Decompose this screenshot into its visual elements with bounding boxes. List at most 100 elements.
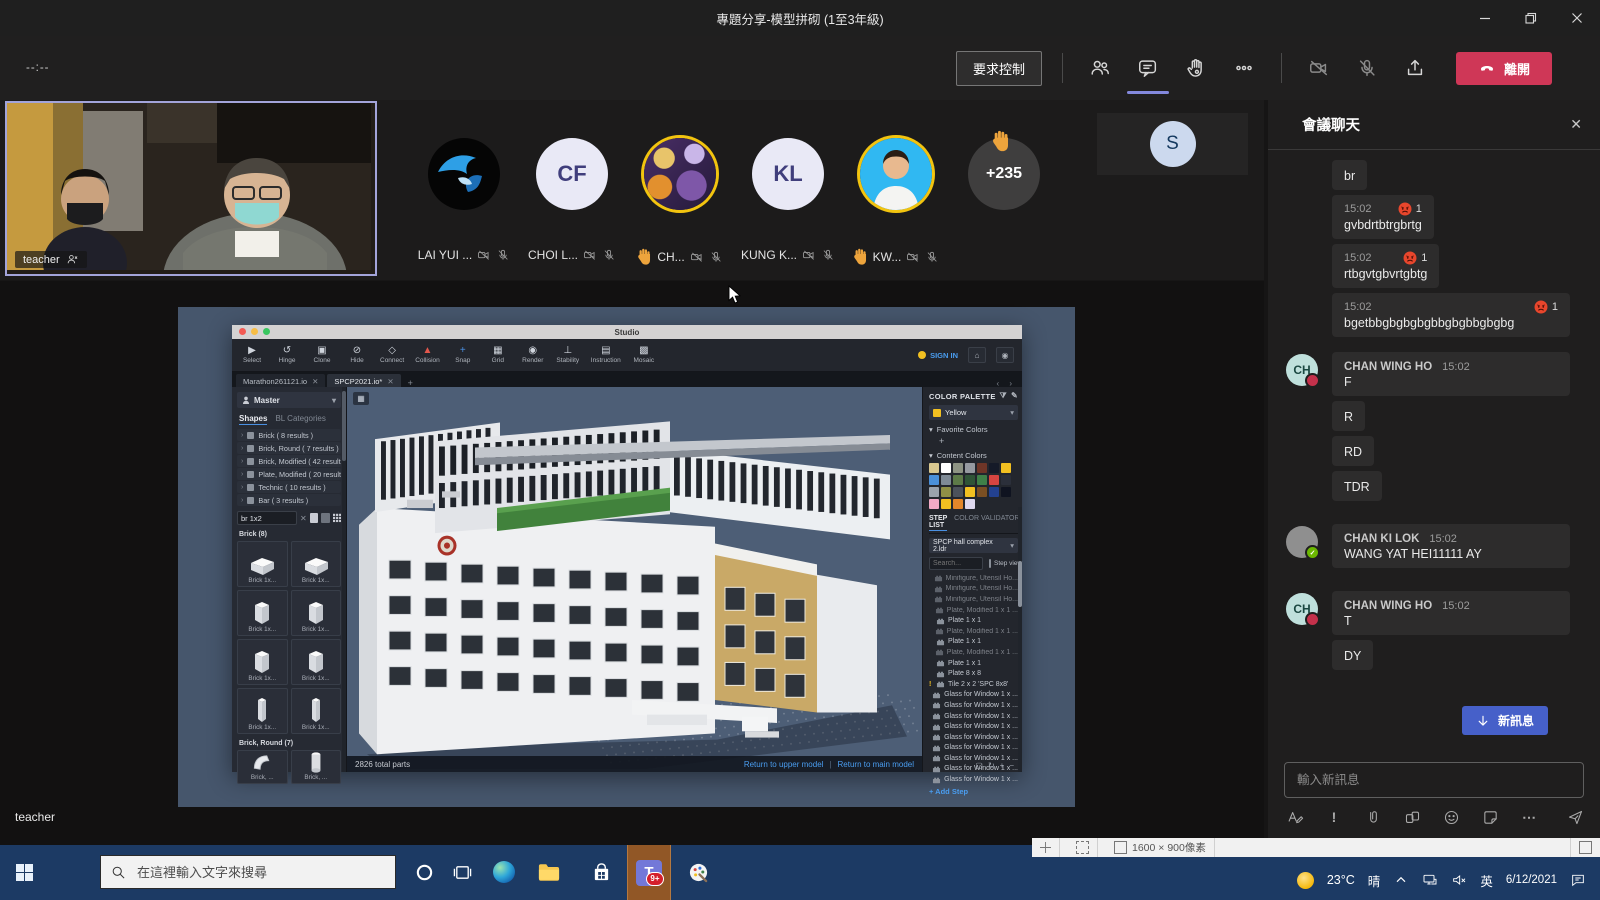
tab-step-list[interactable]: STEP LIST [929,515,947,531]
step-item[interactable]: Glass for Window 1 x ... [929,721,1018,732]
participant-avatar[interactable] [644,138,716,210]
view-brick-icon[interactable] [321,513,329,523]
color-swatch[interactable] [977,463,987,473]
current-color-dropdown[interactable]: Yellow▾ [929,405,1018,420]
teams-taskbar-icon[interactable]: T 9+ [627,845,671,900]
teacher-video-tile[interactable]: teacher [5,101,377,276]
step-item[interactable]: Plate 8 x 8 [929,668,1018,679]
new-messages-button[interactable]: 新訊息 [1462,706,1548,735]
account-icon[interactable]: ◉ [996,347,1014,363]
tool-cursor[interactable]: ▶Select [240,346,264,364]
step-item[interactable]: Plate 1 x 1 [929,658,1018,669]
taskbar-search[interactable] [100,855,396,889]
emoji-icon[interactable] [1442,808,1460,826]
mac-minimize-icon[interactable] [251,328,258,335]
priority-icon[interactable]: ! [1325,808,1343,826]
step-item[interactable]: Plate, Modified 1 x 1 ... [929,647,1018,658]
attach-icon[interactable] [1364,808,1382,826]
color-swatch[interactable] [989,487,999,497]
close-tab-icon[interactable]: ✕ [387,377,393,386]
add-favorite-color-button[interactable]: + [939,436,1018,446]
category-item[interactable]: ›Brick, Round ( 7 results ) [237,442,341,454]
viewport-grid-toggle[interactable]: ▦ [353,392,369,405]
color-swatch[interactable] [1001,475,1011,485]
tool-connect[interactable]: ◇Connect [380,346,404,364]
part-tile[interactable]: Brick 1x... [291,688,342,734]
store-icon[interactable] [583,854,619,890]
step-item[interactable]: Plate, Modified 1 x 1 ... [929,626,1018,637]
ime-indicator[interactable]: 英 [1480,871,1493,890]
color-swatch[interactable] [941,463,951,473]
start-button[interactable] [6,854,42,890]
color-swatch[interactable] [989,475,999,485]
step-item[interactable]: Plate, Modified 1 x 1 ... [929,605,1018,616]
return-main-model-link[interactable]: Return to main model [838,760,914,769]
color-swatch[interactable] [989,463,999,473]
step-item[interactable]: Glass for Window 1 x ... [929,732,1018,743]
step-item[interactable]: Plate 1 x 1 [929,615,1018,626]
close-tab-icon[interactable]: ✕ [312,377,318,386]
tab-shapes[interactable]: Shapes [239,414,267,425]
edit-palette-icon[interactable]: ✎ [1011,391,1018,401]
participant-avatar[interactable]: CF [536,138,608,210]
chat-icon[interactable] [1131,48,1165,88]
category-item[interactable]: ›Bar ( 3 results ) [237,494,341,506]
zoom-out-icon[interactable]: − [1009,761,1014,770]
step-item[interactable]: Glass for Window 1 x ... [929,700,1018,711]
mac-zoom-icon[interactable] [263,328,270,335]
weather-sun-icon[interactable] [1297,872,1314,889]
weather-desc[interactable]: 晴 [1368,871,1381,890]
color-swatch[interactable] [965,487,975,497]
reaction-badge[interactable]: 1 [1403,251,1427,265]
part-tile[interactable]: Brick 1x... [237,688,288,734]
tool-render-camera[interactable]: ◉Render [521,346,545,364]
camera-off-icon[interactable] [1302,48,1336,88]
color-swatch[interactable] [1001,487,1011,497]
reaction-badge[interactable]: 1 [1398,202,1422,216]
view-solid-icon[interactable] [310,513,318,523]
color-swatch[interactable] [929,487,939,497]
step-search-input[interactable] [929,557,983,570]
part-tile[interactable]: Brick 1x... [291,541,342,587]
chat-avatar[interactable]: CH [1286,593,1318,625]
fit-view-icon[interactable]: ▢ [975,761,983,770]
model-scope-dropdown[interactable]: Master▾ [237,392,341,408]
zoom-in-icon[interactable]: + [1000,761,1005,770]
step-item[interactable]: Minifigure, Utensil Ho... [929,584,1018,595]
leave-button[interactable]: 離開 [1456,52,1552,85]
task-view-icon[interactable] [444,854,480,890]
request-control-button[interactable]: 要求控制 [956,51,1042,86]
action-center-icon[interactable] [1570,872,1586,888]
network-icon[interactable] [1422,872,1438,888]
part-tile[interactable]: Brick 1x... [237,639,288,685]
tool-stability[interactable]: ⊥Stability [556,346,580,364]
overflow-count[interactable]: +235 [968,138,1040,210]
participant-avatar[interactable] [860,138,932,210]
step-item[interactable]: Minifigure, Utensil Ho... [929,573,1018,584]
color-swatch[interactable] [953,487,963,497]
share-icon[interactable] [1398,48,1432,88]
filter-icon[interactable]: ⧩ [1000,391,1007,401]
color-swatch[interactable] [965,475,975,485]
step-item[interactable]: Minifigure, Utensil Ho... [929,594,1018,605]
presenter-tile[interactable]: S [1097,113,1248,175]
studio-tab-1[interactable]: Marathon261121.io✕ [236,374,325,388]
category-item[interactable]: ›Brick ( 8 results ) [237,429,341,441]
part-tile[interactable]: Brick 1x... [237,590,288,636]
color-swatch[interactable] [929,475,939,485]
content-colors-section[interactable]: ▾Content Colors [929,451,1018,460]
category-item[interactable]: ›Brick, Modified ( 42 results ) [237,455,341,467]
sign-in-button[interactable]: SIGN IN [918,351,958,360]
favorite-colors-section[interactable]: ▾Favorite Colors [929,425,1018,434]
part-tile[interactable]: Brick, ... [291,750,342,784]
sticker-icon[interactable] [1481,808,1499,826]
tool-clone-copy[interactable]: ▣Clone [310,346,334,364]
step-item[interactable]: Plate 1 x 1 [929,637,1018,648]
cortana-icon[interactable] [406,854,442,890]
close-button[interactable] [1554,0,1600,36]
chat-close-icon[interactable]: ✕ [1570,116,1582,133]
color-swatch[interactable] [929,463,939,473]
participants-overflow[interactable]: +235 [968,138,1040,265]
tool-grid[interactable]: ▦Grid [486,346,510,364]
step-item[interactable]: Glass for Window 1 x ... [929,711,1018,722]
